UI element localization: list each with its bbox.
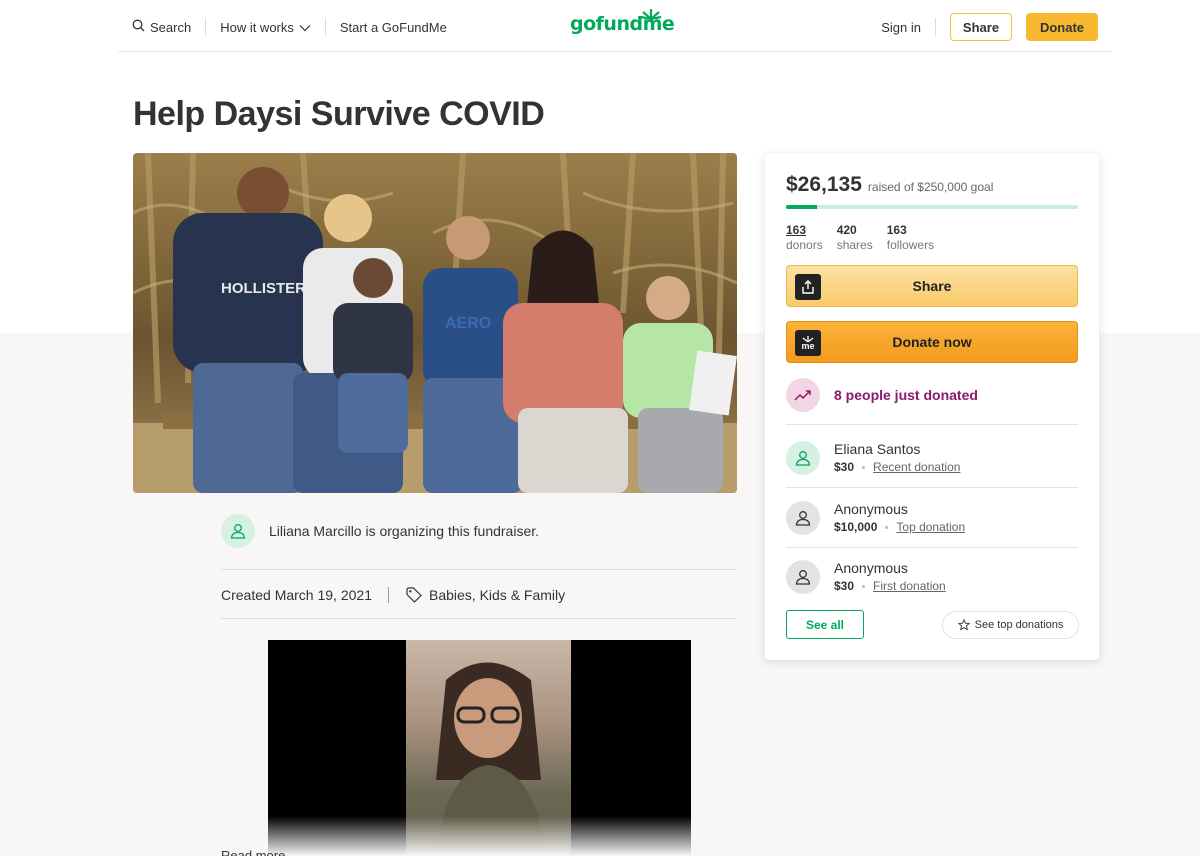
read-more-link[interactable]: Read more [221,848,285,856]
shares-count: 420 [836,223,857,237]
shares-label: shares [836,238,873,252]
stat-donors[interactable]: 163 donors [786,223,823,253]
campaign-hero-image[interactable]: HOLLISTER AERO [133,153,737,493]
donate-now-label: Donate now [892,334,972,350]
donors-label: donors [786,238,823,252]
search-link[interactable]: Search [132,19,191,35]
see-top-donations-label: See top donations [974,619,1064,631]
sign-in-link[interactable]: Sign in [881,20,921,35]
donation-sidebar: $26,135 raised of $250,000 goal 163 dono… [765,153,1099,660]
family-photo-illustration: HOLLISTER AERO [133,153,737,493]
logo-rays-icon [640,9,662,20]
share-button-label: Share [912,278,952,294]
search-icon [132,19,145,35]
story-fade [268,816,691,856]
donation-type-link[interactable]: Top donation [896,518,965,536]
gofundme-me-icon: me [795,330,821,356]
donors-count: 163 [786,223,807,237]
stat-followers: 163 followers [887,223,934,253]
svg-text:HOLLISTER: HOLLISTER [221,280,306,297]
donor-name: Eliana Santos [834,441,921,457]
donation-divider [786,487,1078,488]
organizer-text: Liliana Marcillo is organizing this fund… [269,523,540,539]
donation-type-link[interactable]: First donation [873,577,946,595]
separator-dot [885,525,889,529]
donor-avatar [786,501,820,535]
created-date: Created March 19, 2021 [221,587,372,603]
svg-text:AERO: AERO [445,315,491,332]
meta-divider [387,587,389,603]
search-label: Search [150,19,192,35]
raised-amount: $26,135 [786,173,862,196]
header-share-button[interactable]: Share [950,13,1012,41]
donor-avatar [786,560,820,594]
share-button[interactable]: Share [786,265,1078,307]
start-gofundme-link[interactable]: Start a GoFundMe [340,20,447,35]
progress-fill [786,205,817,209]
donation-item: Eliana Santos $30 Recent donation [786,440,960,476]
see-top-donations-button[interactable]: See top donations [942,611,1079,639]
organizer-row: Liliana Marcillo is organizing this fund… [221,514,539,548]
nav-left: Search How it works Start a GoFundMe [132,18,447,36]
progress-bar [786,205,1078,209]
header-donate-button[interactable]: Donate [1026,13,1098,41]
separator-dot [862,465,866,469]
donation-amount: $30 [834,460,855,474]
divider [221,569,737,570]
donation-type-link[interactable]: Recent donation [873,458,960,476]
donation-item: Anonymous $10,000 Top donation [786,500,965,536]
followers-label: followers [886,238,935,252]
divider [221,618,737,619]
chevron-down-icon [299,20,311,35]
just-donated-row: 8 people just donated [786,378,978,412]
nav-divider [324,18,326,36]
category-label: Babies, Kids & Family [428,587,566,603]
donation-amount: $30 [834,579,855,593]
donation-amount: $10,000 [834,520,878,534]
see-all-button[interactable]: See all [786,610,864,639]
donation-divider [786,547,1078,548]
user-heart-icon [795,570,811,585]
just-donated-text: 8 people just donated [834,387,978,403]
nav-divider [205,18,207,36]
nav-divider [935,18,936,36]
gofundme-logo[interactable]: gofundme [570,9,675,35]
how-it-works-label: How it works [220,19,294,35]
how-it-works-menu[interactable]: How it works [220,20,311,35]
upload-icon [795,274,821,300]
top-navigation: Search How it works Start a GoFundMe gof… [118,0,1112,52]
donor-avatar [786,441,820,475]
campaign-meta: Created March 19, 2021 Babies, Kids & Fa… [221,586,565,604]
user-heart-icon [795,511,811,526]
separator-dot [862,584,866,588]
donor-name: Anonymous [834,501,908,517]
donation-item: Anonymous $30 First donation [786,559,946,595]
followers-count: 163 [886,223,907,237]
star-icon [957,619,970,631]
donor-name: Anonymous [834,560,908,576]
stats-row: 163 donors 420 shares 163 followers [786,223,934,253]
nav-right: Sign in Share Donate [881,13,1098,41]
tag-icon [406,587,422,603]
trending-up-icon [786,378,820,412]
user-heart-icon [795,451,811,466]
goal-text: raised of $250,000 goal [867,180,994,194]
user-heart-icon [230,524,246,539]
story-image[interactable] [268,640,691,856]
donation-divider [786,424,1078,425]
donate-now-button[interactable]: me Donate now [786,321,1078,363]
raised-summary: $26,135 raised of $250,000 goal [786,173,993,197]
start-gofundme-label: Start a GoFundMe [339,19,447,35]
donate-icon-text: me [801,341,815,351]
organizer-avatar [221,514,255,548]
category-link[interactable]: Babies, Kids & Family [405,586,565,604]
stat-shares: 420 shares [837,223,873,253]
page-title: Help Daysi Survive COVID [133,95,545,133]
